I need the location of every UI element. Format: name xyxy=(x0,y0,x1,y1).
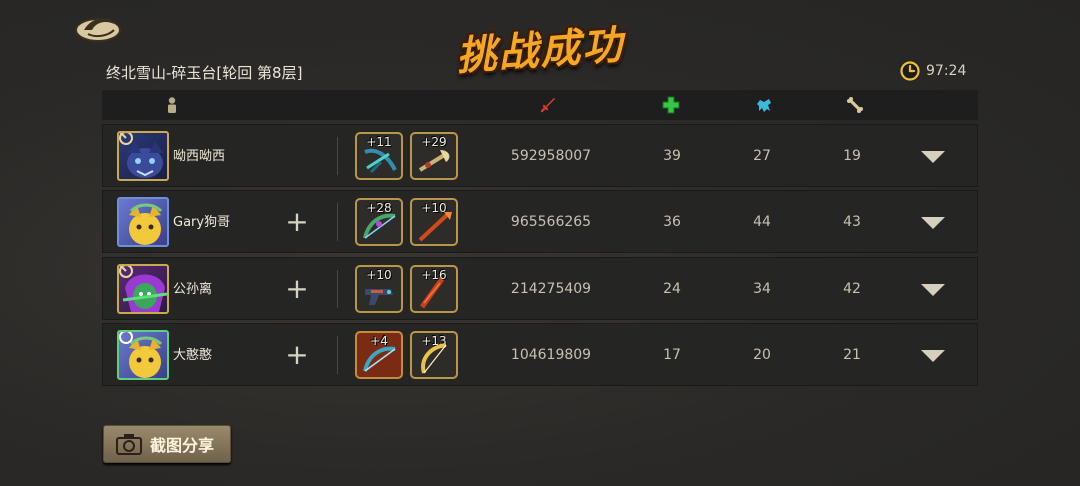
equipment-slot[interactable]: +10 xyxy=(355,265,403,313)
chevron-down-icon[interactable] xyxy=(919,282,947,298)
beast-value: 20 xyxy=(753,347,771,363)
divider xyxy=(337,270,338,308)
equipment-slot[interactable]: +4 xyxy=(355,331,403,379)
bone-icon xyxy=(847,97,863,113)
battle-timer: 97:24 xyxy=(900,60,966,82)
equipment-slot[interactable]: +13 xyxy=(410,331,458,379)
yellow-dog-avatar-icon xyxy=(129,203,163,245)
gun-icon xyxy=(365,289,393,305)
beast-value: 44 xyxy=(753,214,771,230)
player-icon xyxy=(168,97,176,113)
player-row: 呦西呦西 +11 +29 592958007 39 27 19 xyxy=(102,124,978,187)
timer-value: 97:24 xyxy=(926,63,967,79)
damage-value: 214275409 xyxy=(510,281,592,297)
axe-icon xyxy=(418,150,450,172)
healing-cross-icon xyxy=(662,96,680,114)
rank-badge-icon xyxy=(119,332,133,344)
player-name: Gary狗哥 xyxy=(173,215,231,230)
camera-icon xyxy=(116,434,142,455)
divider xyxy=(337,336,338,374)
divider xyxy=(337,203,338,241)
rank-badge-icon xyxy=(119,133,133,145)
equipment-slot[interactable]: +29 xyxy=(410,132,458,180)
equipment-slot[interactable]: +16 xyxy=(410,265,458,313)
spear-icon xyxy=(418,212,452,242)
avatar[interactable] xyxy=(117,264,169,314)
player-row: Gary狗哥 + +28 +10 965566265 36 44 43 xyxy=(102,190,978,253)
beast-value: 34 xyxy=(753,281,771,297)
equipment-slot[interactable]: +28 xyxy=(355,198,403,246)
bow-icon xyxy=(363,346,396,372)
damage-value: 104619809 xyxy=(510,347,592,363)
healing-value: 36 xyxy=(663,214,681,230)
share-label: 截图分享 xyxy=(150,436,215,455)
avatar[interactable] xyxy=(117,131,169,181)
bone-value: 21 xyxy=(843,347,861,363)
avatar[interactable] xyxy=(117,330,169,380)
damage-sword-icon xyxy=(540,98,555,113)
damage-value: 965566265 xyxy=(510,214,592,230)
stage-name: 终北雪山-碎玉台[轮回 第8层] xyxy=(106,64,303,82)
damage-value: 592958007 xyxy=(510,148,592,164)
add-friend-button[interactable]: + xyxy=(284,208,310,236)
equipment-slot[interactable]: +10 xyxy=(410,198,458,246)
healing-value: 24 xyxy=(663,281,681,297)
bone-value: 43 xyxy=(843,214,861,230)
healing-value: 17 xyxy=(663,347,681,363)
beast-value: 27 xyxy=(753,148,771,164)
screenshot-share-button[interactable]: 截图分享 xyxy=(103,425,231,463)
equipment-slot[interactable]: +11 xyxy=(355,132,403,180)
chevron-down-icon[interactable] xyxy=(919,149,947,165)
player-name: 公孙离 xyxy=(173,282,213,297)
add-friend-button[interactable]: + xyxy=(284,341,310,369)
chevron-down-icon[interactable] xyxy=(919,215,947,231)
table-header xyxy=(102,90,978,120)
clock-icon xyxy=(900,61,920,81)
bow-icon xyxy=(421,343,447,374)
crossbow-icon xyxy=(364,148,397,174)
chevron-down-icon[interactable] xyxy=(919,348,947,364)
back-logo-icon[interactable] xyxy=(74,10,122,44)
bone-value: 19 xyxy=(843,148,861,164)
bone-value: 42 xyxy=(843,281,861,297)
divider xyxy=(337,137,338,175)
player-name: 大憨憨 xyxy=(173,348,213,363)
rank-badge-icon xyxy=(119,266,133,278)
bow-icon xyxy=(363,213,396,239)
avatar[interactable] xyxy=(117,197,169,247)
player-name: 呦西呦西 xyxy=(173,149,226,164)
player-row: 公孙离 + +10 +16 214275409 24 34 42 xyxy=(102,257,978,320)
healing-value: 39 xyxy=(663,148,681,164)
beast-icon xyxy=(757,99,771,112)
spear-icon xyxy=(419,277,445,309)
add-friend-button[interactable]: + xyxy=(284,275,310,303)
player-row: 大憨憨 + +4 +13 104619809 17 20 21 xyxy=(102,323,978,386)
